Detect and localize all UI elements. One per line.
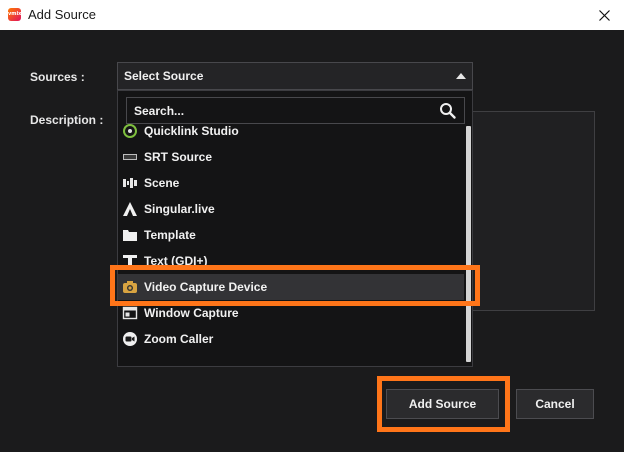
- title-bar: vmix Add Source: [0, 0, 624, 30]
- description-box: [465, 111, 595, 311]
- list-item-singular-live[interactable]: Singular.live: [118, 196, 464, 222]
- list-item-quicklink-studio[interactable]: Quicklink Studio: [118, 124, 464, 144]
- window-icon: [122, 305, 138, 321]
- list-item-video-capture-device[interactable]: Video Capture Device: [118, 274, 464, 300]
- list-item-label: SRT Source: [144, 150, 213, 164]
- list-item-text-gdi[interactable]: Text (GDI+): [118, 248, 464, 274]
- close-icon: [598, 9, 610, 21]
- srt-icon: [122, 149, 138, 165]
- text-icon: [122, 253, 138, 269]
- zoom-icon: [122, 331, 138, 347]
- list-item-label: Quicklink Studio: [144, 124, 239, 138]
- search-box: [126, 97, 465, 124]
- dropdown-items-viewport: Quicklink Studio SRT Source Scene Singul…: [118, 124, 464, 366]
- list-item-label: Window Capture: [144, 306, 239, 320]
- list-item-label: Zoom Caller: [144, 332, 214, 346]
- list-item-label: Text (GDI+): [144, 254, 208, 268]
- app-logo: vmix: [8, 8, 21, 21]
- quicklink-icon: [122, 124, 138, 139]
- cancel-button[interactable]: Cancel: [516, 389, 594, 419]
- list-item-window-capture[interactable]: Window Capture: [118, 300, 464, 326]
- singular-icon: [122, 201, 138, 217]
- template-icon: [122, 227, 138, 243]
- caret-up-icon: [456, 73, 466, 79]
- list-item-srt-source[interactable]: SRT Source: [118, 144, 464, 170]
- list-item-label: Template: [144, 228, 196, 242]
- search-input[interactable]: [127, 98, 434, 123]
- camera-icon: [122, 279, 138, 295]
- dropdown-scrollbar-thumb[interactable]: [466, 126, 471, 362]
- list-item-label: Singular.live: [144, 202, 215, 216]
- list-item-template[interactable]: Template: [118, 222, 464, 248]
- add-source-button[interactable]: Add Source: [386, 389, 499, 419]
- description-label: Description :: [30, 113, 104, 127]
- list-item-label: Scene: [144, 176, 180, 190]
- search-button[interactable]: [438, 101, 458, 121]
- sources-label: Sources :: [30, 70, 85, 84]
- source-select[interactable]: Select Source: [117, 62, 473, 90]
- list-item-label: Video Capture Device: [144, 280, 268, 294]
- scene-icon: [122, 175, 138, 191]
- list-item-scene[interactable]: Scene: [118, 170, 464, 196]
- close-button[interactable]: [584, 0, 624, 30]
- source-select-value: Select Source: [124, 69, 204, 83]
- dropdown-items: Quicklink Studio SRT Source Scene Singul…: [118, 124, 464, 352]
- search-icon: [440, 103, 456, 119]
- list-item-zoom-caller[interactable]: Zoom Caller: [118, 326, 464, 352]
- window-title: Add Source: [28, 7, 96, 22]
